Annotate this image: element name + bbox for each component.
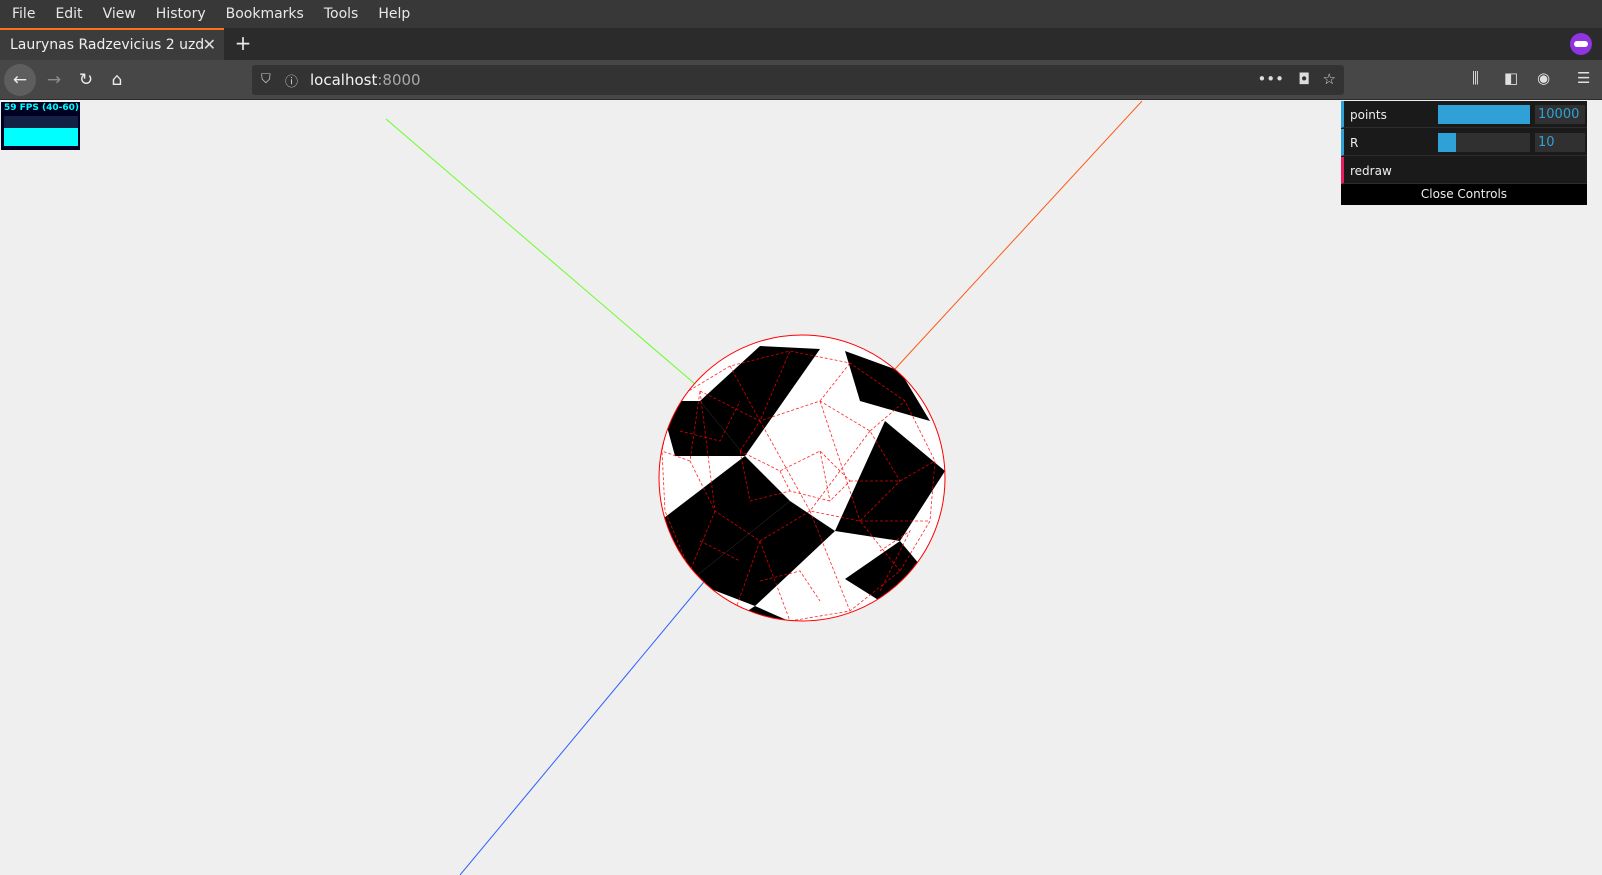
pocket-icon[interactable]: ◘: [1298, 70, 1310, 88]
three-scene: [385, 101, 1143, 875]
points-number-input[interactable]: 10000: [1535, 105, 1585, 124]
shield-icon[interactable]: ⛉: [261, 72, 271, 87]
url-text[interactable]: localhost:8000: [310, 71, 421, 89]
hamburger-menu-icon[interactable]: ☰: [1577, 69, 1590, 87]
r-slider-fill: [1438, 133, 1457, 152]
sidebar-icon[interactable]: ◧: [1504, 69, 1518, 87]
arrow-right-icon[interactable]: →: [38, 64, 70, 96]
tab-title: Laurynas Radzevicius 2 uzd: [10, 37, 205, 53]
controller-label: R: [1350, 136, 1359, 150]
points-slider[interactable]: [1438, 105, 1530, 124]
url-port: :8000: [377, 71, 421, 89]
checker-sphere: [658, 334, 946, 622]
library-icon[interactable]: ⫼: [1472, 69, 1479, 87]
menu-file[interactable]: File: [4, 0, 43, 28]
reload-icon[interactable]: ↻: [70, 64, 102, 96]
menu-edit[interactable]: Edit: [47, 0, 90, 28]
webgl-canvas[interactable]: 59 FPS (40-60) points 10000 R 10 redraw …: [0, 101, 1602, 875]
account-icon[interactable]: ◉: [1537, 69, 1550, 87]
navigation-toolbar: ← → ↻ ⌂ ⛉ ⓘ localhost:8000 ••• ◘ ☆ ⫼ ◧ ◉…: [0, 60, 1602, 100]
z-axis: [459, 552, 729, 875]
controller-points: points 10000: [1341, 101, 1587, 128]
star-icon[interactable]: ☆: [1323, 70, 1336, 88]
menu-history[interactable]: History: [148, 0, 214, 28]
url-host: localhost: [310, 71, 378, 89]
redraw-button[interactable]: redraw: [1341, 157, 1587, 184]
fps-graph-fill: [4, 128, 78, 146]
close-controls-button[interactable]: Close Controls: [1341, 184, 1587, 205]
x-axis: [894, 101, 1143, 370]
controller-label: points: [1350, 108, 1387, 122]
fps-label: 59 FPS (40-60): [4, 103, 80, 113]
menu-bar: File Edit View History Bookmarks Tools H…: [0, 0, 1602, 28]
more-horizontal-icon[interactable]: •••: [1257, 70, 1284, 88]
menu-tools[interactable]: Tools: [316, 0, 367, 28]
plus-icon[interactable]: +: [232, 28, 254, 60]
menu-bookmarks[interactable]: Bookmarks: [218, 0, 312, 28]
tab-active[interactable]: Laurynas Radzevicius 2 uzd ✕: [0, 28, 224, 60]
r-number-input[interactable]: 10: [1535, 133, 1585, 152]
fps-graph: [4, 116, 78, 146]
tab-bar: Laurynas Radzevicius 2 uzd ✕ +: [0, 28, 1602, 60]
points-slider-fill: [1438, 105, 1530, 124]
redraw-label: redraw: [1350, 164, 1392, 178]
info-icon[interactable]: ⓘ: [285, 71, 298, 90]
menu-view[interactable]: View: [95, 0, 144, 28]
url-bar[interactable]: ⛉ ⓘ localhost:8000 ••• ◘ ☆: [252, 65, 1344, 95]
home-icon[interactable]: ⌂: [101, 64, 133, 96]
controller-r: R 10: [1341, 129, 1587, 156]
close-icon[interactable]: ✕: [203, 30, 216, 60]
arrow-left-icon[interactable]: ←: [4, 64, 36, 96]
dat-gui-panel: points 10000 R 10 redraw Close Controls: [1341, 101, 1587, 205]
menu-help[interactable]: Help: [370, 0, 418, 28]
r-slider[interactable]: [1438, 133, 1530, 152]
stats-panel[interactable]: 59 FPS (40-60): [1, 102, 80, 150]
private-browsing-icon: [1570, 33, 1592, 55]
y-axis: [385, 118, 696, 385]
